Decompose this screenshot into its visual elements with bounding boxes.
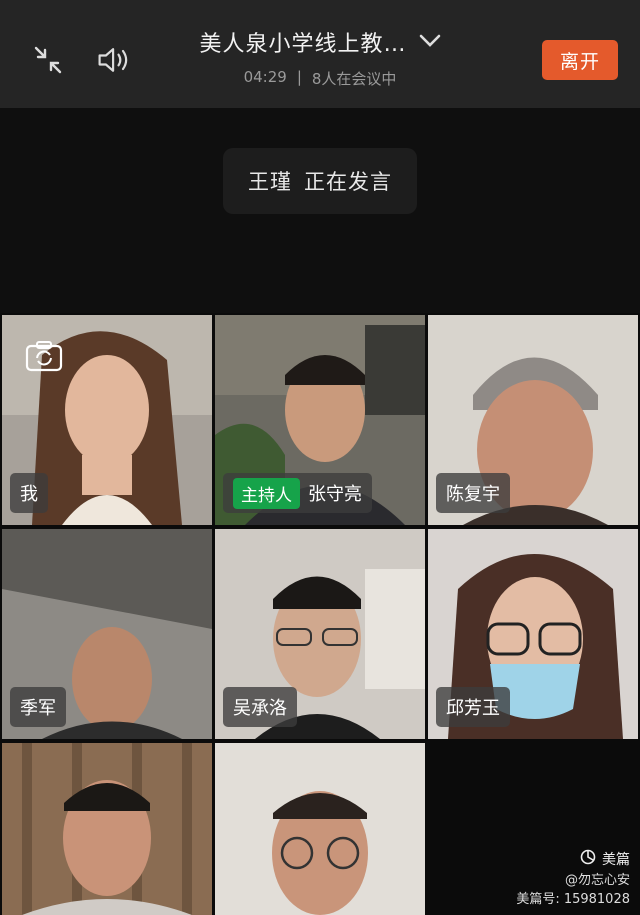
participant-name: 季军 — [20, 698, 56, 719]
participant-name-tag: 吴承洛 — [223, 687, 297, 727]
participant-name-tag: 陈复宇 — [436, 473, 510, 513]
meipian-logo-icon — [580, 849, 596, 871]
camera-switch-icon[interactable] — [24, 339, 64, 373]
watermark-author: @勿忘心安 — [564, 873, 630, 888]
participant-name-tag: 季军 — [10, 687, 66, 727]
video-feed — [2, 743, 212, 915]
participant-name: 张守亮 — [308, 484, 362, 505]
video-tile[interactable]: 季军 — [2, 529, 212, 739]
participant-name: 我 — [20, 484, 38, 505]
video-tile-host[interactable]: 主持人 张守亮 — [215, 315, 425, 525]
host-badge: 主持人 — [233, 477, 300, 509]
meeting-title-area[interactable]: 美人泉小学线上教… 04:29 | 8人在会议中 — [170, 26, 470, 89]
participant-name: 陈复宇 — [446, 484, 500, 505]
speaking-status: 正在发言 — [304, 170, 392, 194]
video-tile[interactable]: 吴承洛 — [215, 529, 425, 739]
elapsed-time: 04:29 — [243, 68, 287, 86]
participant-name-tag: 我 — [10, 473, 48, 513]
participant-name-tag: 邱芳玉 — [436, 687, 510, 727]
leave-button[interactable]: 离开 — [542, 40, 618, 80]
participant-name-tag: 主持人 张守亮 — [223, 473, 372, 513]
watermark: 美篇 @勿忘心安 美篇号: 15981028 — [516, 849, 630, 909]
video-tile[interactable]: 陈复宇 — [428, 315, 638, 525]
watermark-id: 美篇号: 15981028 — [516, 892, 630, 907]
participant-count: 8人在会议中 — [311, 70, 397, 88]
video-tile[interactable] — [215, 743, 425, 915]
watermark-brand: 美篇 — [602, 851, 630, 868]
speaking-indicator: 王瑾 正在发言 — [223, 148, 417, 214]
chevron-down-icon[interactable] — [419, 33, 441, 52]
participant-name: 邱芳玉 — [446, 698, 500, 719]
video-feed — [215, 743, 425, 915]
video-grid: 我 主持人 张守亮 陈复宇 季军 吴承洛 邱芳玉 美篇 @勿忘心安 美篇号: 1… — [0, 313, 640, 915]
participant-name: 吴承洛 — [233, 698, 287, 719]
separator: | — [296, 68, 302, 86]
video-tile-active[interactable] — [2, 743, 212, 915]
video-tile[interactable]: 邱芳玉 — [428, 529, 638, 739]
meeting-title: 美人泉小学线上教… — [199, 32, 407, 57]
top-bar: 美人泉小学线上教… 04:29 | 8人在会议中 离开 — [0, 0, 640, 108]
speaker-name: 王瑾 — [248, 170, 292, 194]
speaker-icon[interactable] — [96, 42, 132, 78]
video-tile-self[interactable]: 我 — [2, 315, 212, 525]
speaker-status-area: 王瑾 正在发言 — [0, 108, 640, 313]
meeting-screen: 美人泉小学线上教… 04:29 | 8人在会议中 离开 王瑾 正在发言 我 主持… — [0, 0, 640, 915]
collapse-arrows-icon[interactable] — [30, 42, 66, 78]
